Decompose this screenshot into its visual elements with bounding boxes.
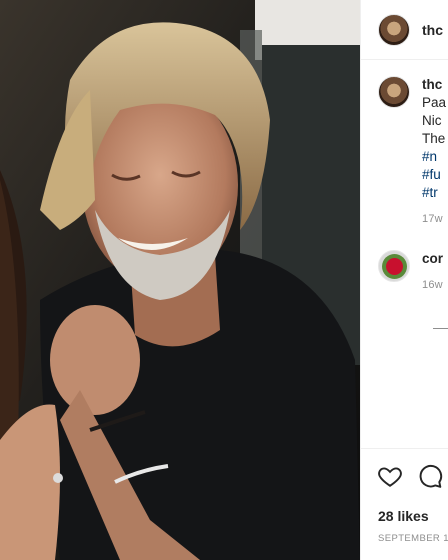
hashtag-link[interactable]: #n bbox=[422, 148, 446, 166]
post-photo[interactable] bbox=[0, 0, 360, 560]
caption-line: Nic bbox=[422, 113, 442, 128]
post-date[interactable]: SEPTEMBER 18 bbox=[378, 533, 448, 544]
view-replies-line[interactable] bbox=[433, 328, 448, 329]
caption-avatar[interactable] bbox=[378, 76, 410, 108]
reply-avatar[interactable] bbox=[378, 250, 410, 282]
author-username[interactable]: thc bbox=[422, 22, 443, 38]
caption-timestamp[interactable]: 17w bbox=[422, 210, 446, 228]
reply-text: cor 16w bbox=[422, 250, 443, 294]
post-image bbox=[0, 0, 360, 560]
reply-timestamp[interactable]: 16w bbox=[422, 276, 443, 294]
hashtag-link[interactable]: #tr bbox=[422, 184, 446, 202]
comment-icon[interactable] bbox=[417, 463, 443, 489]
reply-username[interactable]: cor bbox=[422, 250, 443, 268]
caption-username[interactable]: thc bbox=[422, 76, 446, 94]
caption-comment: thc Paa Nic The #n #fu #tr 17w bbox=[361, 60, 448, 228]
author-avatar[interactable] bbox=[378, 13, 410, 46]
hashtag-link[interactable]: #fu bbox=[422, 166, 446, 184]
action-bar bbox=[361, 448, 448, 489]
post-header: thc bbox=[361, 0, 448, 60]
caption-text: thc Paa Nic The #n #fu #tr 17w bbox=[422, 76, 446, 228]
side-panel: thc thc Paa Nic The #n #fu #tr 17w cor 1… bbox=[360, 0, 448, 560]
likes-count[interactable]: 28 likes bbox=[378, 508, 429, 524]
heart-icon[interactable] bbox=[377, 463, 403, 489]
caption-line: The bbox=[422, 131, 446, 146]
reply-comment: cor 16w bbox=[361, 228, 448, 294]
caption-line: Paa bbox=[422, 95, 447, 110]
